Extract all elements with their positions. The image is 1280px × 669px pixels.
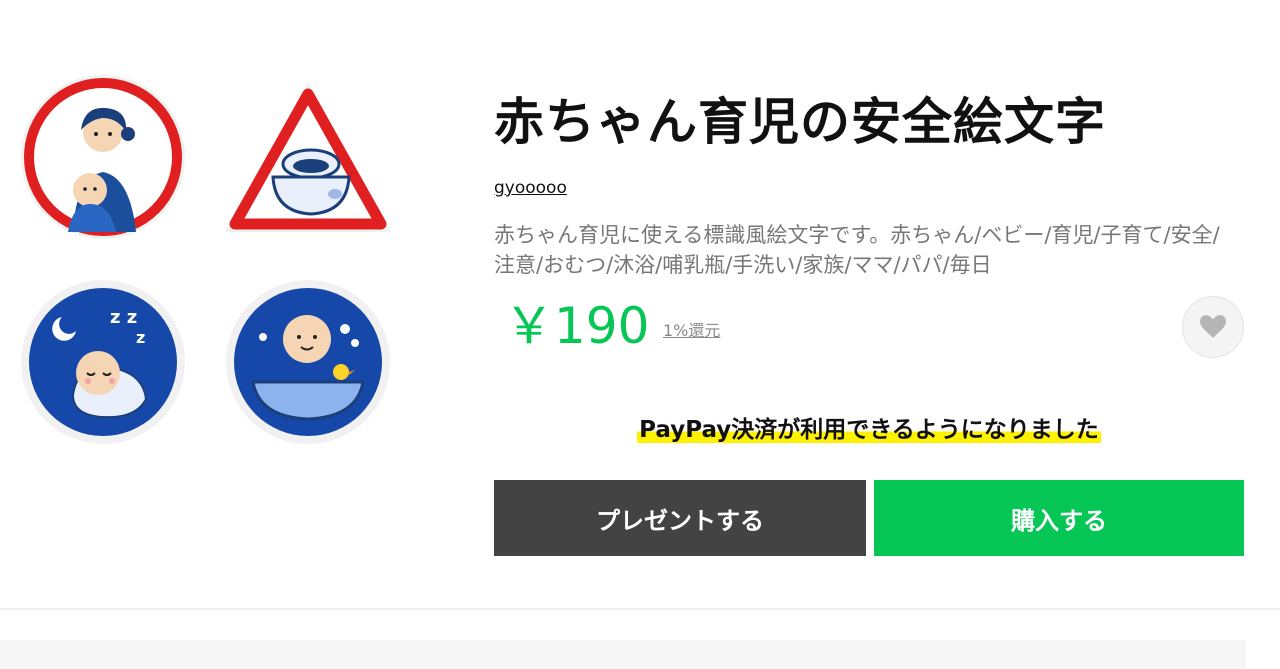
product-description: 赤ちゃん育児に使える標識風絵文字です。赤ちゃん/ベビー/育児/子育て/安全/注意… <box>494 223 1220 277</box>
price: ￥190 <box>504 297 650 355</box>
mother-holding-baby-sign-icon[interactable] <box>18 72 188 242</box>
buy-button[interactable]: 購入する <box>874 480 1244 556</box>
product-title: 赤ちゃん育児の安全絵文字 <box>494 93 1106 151</box>
author-link[interactable]: gyooooo <box>494 178 567 198</box>
emoji-preview-grid: z z z <box>18 72 398 462</box>
svg-text:z z: z z <box>110 307 137 328</box>
present-button[interactable]: プレゼントする <box>494 480 866 556</box>
next-section-panel <box>0 640 1246 669</box>
svg-text:z: z <box>136 328 145 347</box>
sleeping-baby-sign-icon[interactable]: z z z <box>18 277 188 447</box>
paypay-notice-text: PayPay決済が利用できるようになりました <box>637 417 1101 443</box>
baby-bath-sign-icon[interactable] <box>223 277 393 447</box>
cashback-link[interactable]: 1%還元 <box>663 317 720 341</box>
section-divider <box>0 608 1280 610</box>
heart-icon <box>1200 315 1226 338</box>
paypay-notice: PayPay決済が利用できるようになりました <box>494 410 1244 444</box>
potty-warning-sign-icon[interactable] <box>223 72 393 242</box>
favorite-button[interactable] <box>1182 296 1244 358</box>
